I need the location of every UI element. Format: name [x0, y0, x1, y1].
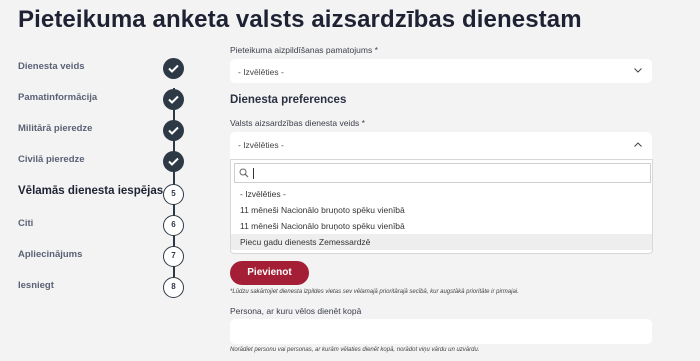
companion-input[interactable] — [230, 319, 652, 344]
chevron-down-icon — [634, 68, 642, 73]
dropdown-option[interactable]: - Izvēlēties - — [231, 186, 652, 202]
step-civila-pieredze[interactable]: Civilā pieredze — [18, 151, 188, 172]
step-done-indicator — [163, 89, 184, 110]
text-caret — [253, 168, 254, 179]
check-icon — [168, 64, 179, 73]
companion-note: Norādiet personu vai personas, ar kurām … — [230, 347, 480, 353]
step-number: 8 — [163, 277, 184, 298]
check-icon — [168, 95, 179, 104]
basis-select[interactable]: - Izvēlēties - — [230, 59, 652, 83]
dropdown-search-input[interactable] — [234, 163, 651, 183]
search-icon — [239, 168, 249, 178]
step-done-indicator — [163, 151, 184, 172]
step-label: Civilā pieredze — [18, 154, 85, 165]
step-velamas-iespejas[interactable]: Vēlamās dienesta iespējas 5 — [18, 184, 188, 205]
step-done-indicator — [163, 58, 184, 79]
step-citi[interactable]: Citi 6 — [18, 215, 188, 236]
step-pamatinformacija[interactable]: Pamatinformācija — [18, 89, 188, 110]
section-heading: Dienesta preferences — [230, 94, 347, 106]
step-apliecinajums[interactable]: Apliecinājums 7 — [18, 246, 188, 267]
step-label: Apliecinājums — [18, 249, 83, 260]
check-icon — [168, 126, 179, 135]
step-label: Citi — [18, 218, 34, 229]
service-type-select-value: - Izvēlēties - — [238, 140, 284, 150]
step-iesniegt[interactable]: Iesniegt 8 — [18, 277, 188, 298]
basis-select-value: - Izvēlēties - — [238, 67, 284, 77]
step-number: 6 — [163, 215, 184, 236]
basis-label: Pieteikuma aizpildīšanas pamatojums * — [230, 45, 378, 55]
check-icon — [168, 157, 179, 166]
dropdown-option[interactable]: 11 mēneši Nacionālo bruņoto spēku vienīb… — [231, 218, 652, 234]
step-label: Pamatinformācija — [18, 92, 98, 103]
step-label: Iesniegt — [18, 280, 54, 291]
companion-label: Persona, ar kuru vēlos dienēt kopā — [230, 306, 362, 316]
chevron-up-icon — [634, 142, 642, 147]
page-title: Pieteikuma anketa valsts aizsardzības di… — [18, 6, 582, 33]
service-type-select[interactable]: - Izvēlēties - — [230, 132, 652, 159]
step-number: 7 — [163, 246, 184, 267]
step-label: Dienesta veids — [18, 61, 85, 72]
dropdown-option[interactable]: 11 mēneši Nacionālo bruņoto spēku vienīb… — [231, 202, 652, 218]
step-label: Militārā pieredze — [18, 123, 93, 134]
service-type-dropdown: - Izvēlēties - 11 mēneši Nacionālo bruņo… — [230, 159, 653, 254]
step-militara-pieredze[interactable]: Militārā pieredze — [18, 120, 188, 141]
step-done-indicator — [163, 120, 184, 141]
dropdown-option-highlighted[interactable]: Piecu gadu dienests Zemessardzē — [231, 234, 652, 250]
priority-note: *Lūdzu sakārtojiet dienesta izpildes vie… — [230, 289, 519, 295]
step-dienesta-veids[interactable]: Dienesta veids — [18, 58, 188, 79]
step-number: 5 — [163, 184, 184, 205]
step-label: Vēlamās dienesta iespējas — [18, 185, 164, 197]
service-type-label: Valsts aizsardzības dienesta veids * — [230, 118, 365, 128]
add-button[interactable]: Pievienot — [230, 261, 309, 285]
